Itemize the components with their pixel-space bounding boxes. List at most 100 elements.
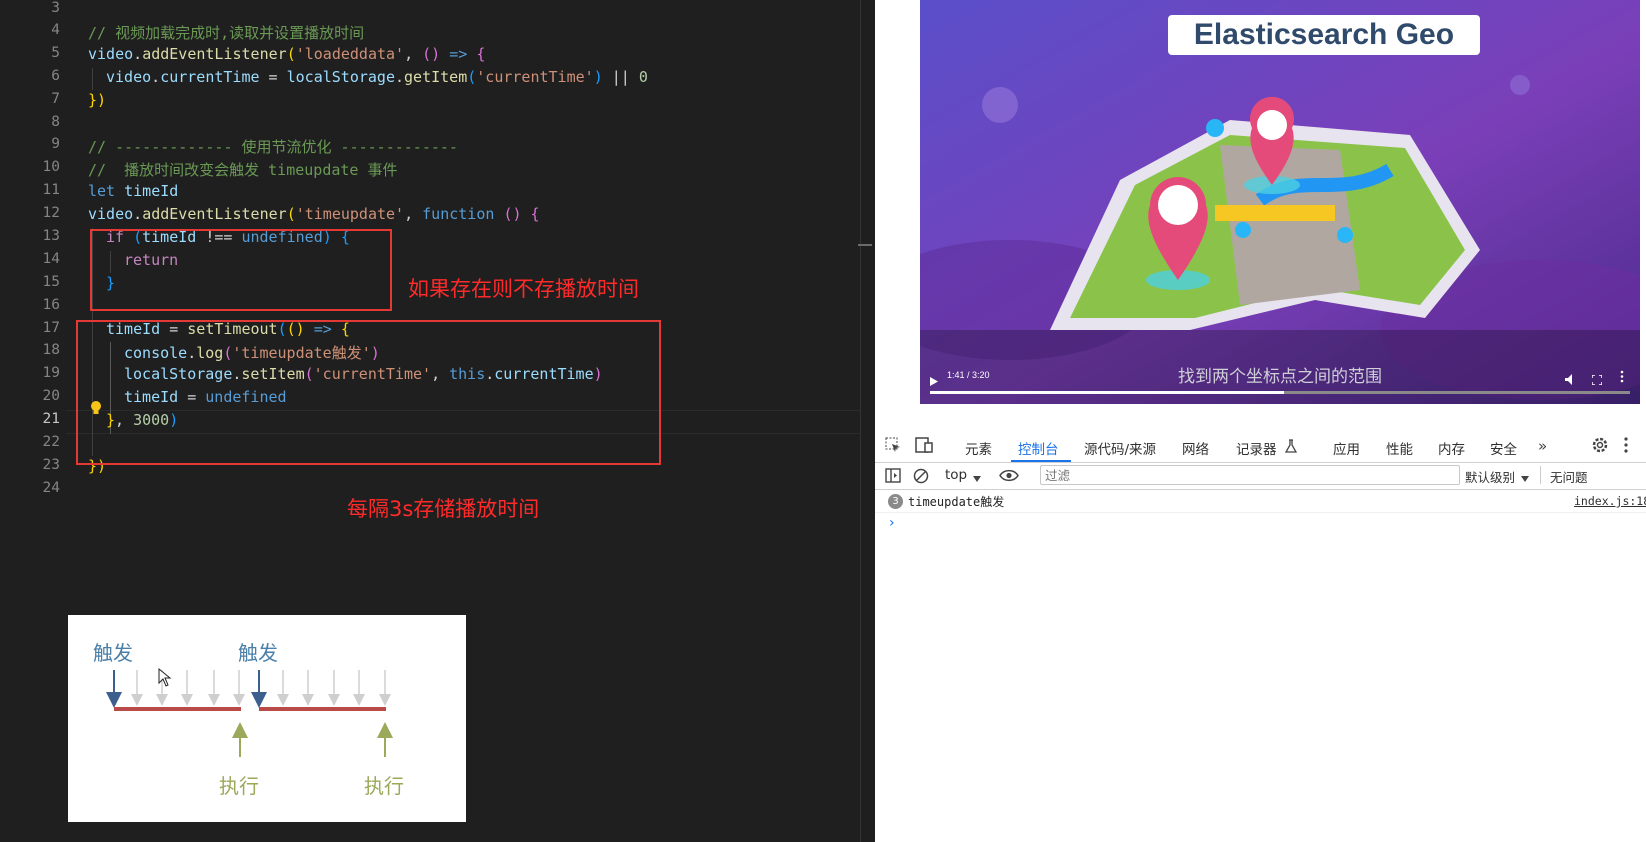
clear-console-icon[interactable]	[913, 468, 929, 488]
annotation-box-settimeout	[76, 320, 661, 465]
annotation-text-bottom: 每隔3s存储播放时间	[347, 497, 540, 521]
code-token: ,	[404, 45, 423, 63]
active-tab-indicator	[1011, 460, 1071, 462]
line-number: 5	[51, 45, 60, 61]
code-token: 'timeupdate'	[295, 205, 405, 223]
video-controls: 1:41 / 3:20	[920, 362, 1640, 404]
tab-memory[interactable]: 内存	[1438, 438, 1465, 458]
context-selector[interactable]: top	[945, 467, 967, 483]
line-number: 6	[51, 68, 60, 84]
video-progress-fill	[930, 391, 1284, 394]
code-token: =	[259, 68, 287, 86]
line-number: 12	[42, 205, 60, 221]
tab-application[interactable]: 应用	[1333, 438, 1360, 458]
code-line-6: video.currentTime = localStorage.getItem…	[106, 68, 648, 86]
chevron-down-icon[interactable]	[973, 471, 981, 486]
tab-recorder[interactable]: 记录器	[1236, 438, 1277, 458]
code-token: currentTime	[160, 68, 260, 86]
code-token: .	[395, 68, 405, 86]
line-number: 24	[42, 480, 60, 496]
code-token: =>	[440, 45, 477, 63]
line-number: 10	[42, 159, 60, 175]
fullscreen-icon[interactable]	[1591, 370, 1603, 389]
code-line-5: video.addEventListener('loadeddata', () …	[88, 45, 485, 63]
code-token: )	[593, 68, 603, 86]
code-line-7: })	[88, 91, 107, 109]
code-line-12: video.addEventListener('timeupdate', fun…	[88, 205, 540, 223]
indent-guide	[92, 68, 93, 90]
line-number: 4	[51, 22, 60, 38]
code-token: function	[422, 205, 495, 223]
annotation-text-top: 如果存在则不存播放时间	[408, 277, 639, 301]
issues-button[interactable]: 无问题	[1550, 467, 1588, 486]
log-message: timeupdate触发	[908, 495, 1005, 509]
throttle-diagram: 触发 触发 执行 执行	[68, 615, 466, 822]
log-count-badge: 3	[888, 494, 903, 509]
line-number: 19	[42, 365, 60, 381]
volume-icon[interactable]	[1565, 370, 1576, 389]
code-token: timeId	[115, 182, 179, 200]
devtools-panel: 元素 控制台 源代码/来源 网络 记录器 应用 性能 内存 安全 » top 过…	[875, 428, 1646, 842]
code-token: addEventListener	[142, 45, 287, 63]
tab-sources[interactable]: 源代码/来源	[1084, 438, 1156, 458]
editor-scrollbar[interactable]	[860, 0, 861, 842]
tab-console[interactable]: 控制台	[1018, 438, 1059, 458]
code-token: (	[286, 205, 296, 223]
console-prompt[interactable]: ›	[889, 515, 895, 531]
video-player[interactable]: Elasticsearch Geo 找到两个坐标点之间的范围 1:41 / 3:…	[920, 0, 1640, 404]
more-tabs-icon[interactable]: »	[1538, 437, 1547, 455]
code-token: 0	[638, 68, 648, 86]
line-number: 14	[42, 251, 60, 267]
inspect-element-icon[interactable]	[885, 437, 901, 457]
line-number-active: 21	[42, 411, 60, 427]
toolbar-divider	[1540, 466, 1541, 484]
devtools-tabbar: 元素 控制台 源代码/来源 网络 记录器 应用 性能 内存 安全 »	[875, 428, 1646, 463]
code-line-9: // ------------- 使用节流优化 -------------	[88, 138, 458, 156]
play-icon[interactable]	[930, 371, 938, 390]
line-number: 13	[42, 228, 60, 244]
annotation-box-if	[90, 229, 392, 311]
devtools-menu-icon[interactable]	[1624, 437, 1628, 457]
tab-security[interactable]: 安全	[1490, 438, 1517, 458]
code-token: {	[476, 45, 486, 63]
tab-elements[interactable]: 元素	[965, 438, 992, 458]
code-token: (	[286, 45, 296, 63]
video-progress-track[interactable]	[930, 391, 1630, 394]
tab-performance[interactable]: 性能	[1386, 438, 1413, 458]
line-number: 22	[42, 434, 60, 450]
line-number: 3	[51, 0, 60, 16]
scrollbar-marker	[858, 244, 872, 246]
code-token: 'currentTime'	[476, 68, 594, 86]
line-number: 17	[42, 320, 60, 336]
code-editor[interactable]: 3 4 5 6 7 8 9 10 11 12 13 14 15 16 17 18…	[0, 0, 875, 842]
console-filter-input[interactable]	[1040, 465, 1460, 485]
tab-network[interactable]: 网络	[1182, 438, 1209, 458]
device-toolbar-icon[interactable]	[915, 437, 933, 457]
chevron-down-icon[interactable]	[1521, 471, 1529, 486]
live-expression-eye-icon[interactable]	[999, 469, 1019, 486]
line-number: 9	[51, 136, 60, 152]
code-token: video	[88, 205, 134, 223]
log-source-link[interactable]: index.js:18	[1574, 494, 1646, 508]
line-number: 8	[51, 114, 60, 130]
settings-gear-icon[interactable]	[1591, 436, 1609, 458]
code-token: ()	[503, 205, 522, 223]
code-token: let	[88, 182, 116, 200]
throttle-arrows	[106, 667, 393, 757]
code-token: localStorage	[286, 68, 395, 86]
more-options-icon[interactable]	[1620, 368, 1624, 387]
line-number: 18	[42, 342, 60, 358]
console-toolbar: top 默认级别 无问题	[875, 463, 1646, 490]
code-token: .	[151, 68, 161, 86]
console-log-row: 3 timeupdate触发 index.js:18	[875, 490, 1646, 513]
code-token: (	[467, 68, 477, 86]
code-token: ,	[404, 205, 423, 223]
line-number: 16	[42, 297, 60, 313]
execute-label: 执行	[219, 774, 259, 798]
log-level-selector[interactable]: 默认级别	[1465, 467, 1515, 486]
code-token: video	[88, 45, 134, 63]
sidebar-toggle-icon[interactable]	[885, 468, 901, 487]
code-token: .	[133, 205, 143, 223]
line-number: 23	[42, 457, 60, 473]
